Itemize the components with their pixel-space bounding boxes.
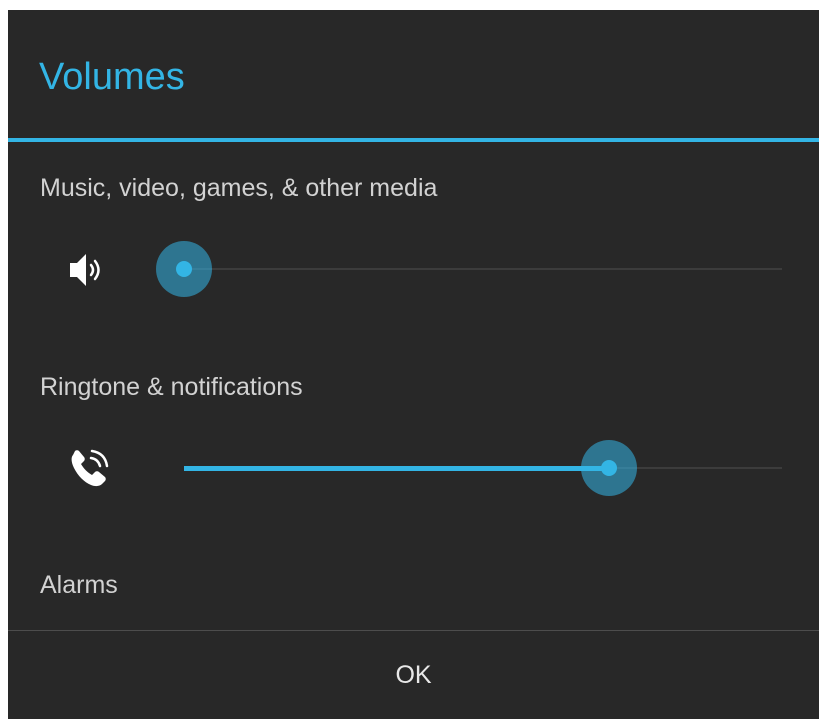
- ringing-phone-icon: [64, 442, 116, 494]
- speaker-volume-icon: [64, 244, 116, 296]
- dialog-title: Volumes: [39, 56, 185, 98]
- media-volume-slider[interactable]: [156, 239, 782, 299]
- ringtone-slider-thumb[interactable]: [580, 440, 637, 496]
- ringtone-slider-fill: [184, 466, 609, 471]
- media-slider-thumb[interactable]: [156, 241, 212, 297]
- media-slider-track: [184, 268, 782, 270]
- media-volume-label: Music, video, games, & other media: [40, 174, 438, 202]
- ok-button[interactable]: OK: [8, 631, 819, 719]
- volumes-dialog: Volumes Music, video, games, & other med…: [8, 10, 819, 719]
- ringtone-volume-slider[interactable]: [184, 438, 782, 498]
- title-divider: [8, 138, 819, 142]
- ringtone-volume-label: Ringtone & notifications: [40, 373, 303, 401]
- alarms-volume-label: Alarms: [40, 571, 118, 599]
